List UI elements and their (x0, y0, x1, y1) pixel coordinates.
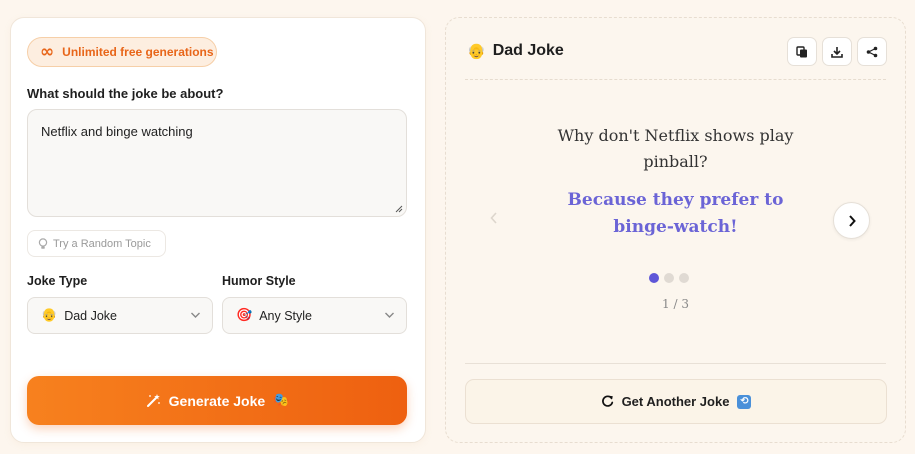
page-dot[interactable] (664, 273, 674, 283)
magic-wand-icon (146, 393, 160, 407)
humor-style-value: Any Style (259, 308, 312, 323)
badge-label: Unlimited free generations (62, 45, 214, 59)
joke-answer-text: Because they prefer to binge-watch! (567, 190, 784, 237)
next-joke-button[interactable] (833, 202, 870, 239)
result-header: 👴 Dad Joke (467, 42, 564, 60)
random-topic-button[interactable]: Try a Random Topic (27, 230, 166, 257)
refresh-icon (601, 395, 613, 407)
repeat-emoji-icon: ⟲ (737, 394, 752, 409)
target-icon: 🎯 (236, 308, 253, 323)
share-button[interactable] (857, 37, 887, 66)
download-icon (831, 46, 843, 58)
page-total: 3 (681, 297, 689, 311)
joke-type-select[interactable]: 👴 Dad Joke (27, 297, 213, 334)
chevron-right-icon (848, 214, 856, 227)
random-topic-label: Try a Random Topic (53, 237, 151, 250)
page-current: 1 (662, 297, 670, 311)
download-button[interactable] (822, 37, 852, 66)
page-indicator: 1 / 3 (662, 297, 689, 311)
page-dot[interactable] (649, 273, 659, 283)
chevron-down-icon (191, 312, 200, 318)
humor-style-label: Humor Style (222, 274, 296, 288)
generate-joke-button[interactable]: Generate Joke 🎭 (27, 376, 407, 425)
generate-label: Generate Joke (168, 392, 266, 409)
result-title: Dad Joke (492, 42, 564, 59)
topic-label: What should the joke be about? (27, 86, 224, 101)
copy-icon (796, 45, 807, 57)
header-divider (465, 79, 886, 80)
topic-input[interactable]: Netflix and binge watching (27, 109, 407, 217)
chevron-left-icon (490, 212, 497, 224)
page-dot[interactable] (679, 273, 689, 283)
chevron-down-icon (385, 312, 394, 318)
share-icon (866, 46, 878, 57)
joke-type-label: Joke Type (27, 274, 88, 288)
joke-form-card: ∞ Unlimited free generations What should… (10, 17, 426, 443)
copy-button[interactable] (787, 37, 817, 66)
dad-face-icon: 👴 (467, 42, 486, 60)
another-label: Get Another Joke (621, 394, 730, 409)
unlimited-badge: ∞ Unlimited free generations (27, 37, 217, 67)
topic-value: Netflix and binge watching (41, 124, 193, 139)
pagination-dots (649, 273, 689, 283)
theater-masks-icon: 🎭 (273, 393, 290, 408)
get-another-joke-button[interactable]: Get Another Joke ⟲ (465, 379, 887, 424)
infinity-icon: ∞ (40, 41, 55, 62)
lightbulb-icon (38, 237, 48, 249)
previous-joke-button[interactable] (481, 205, 507, 231)
dad-face-icon: 👴 (41, 308, 58, 323)
humor-style-select[interactable]: 🎯 Any Style (222, 297, 407, 334)
joke-question: Why don't Netflix shows play pinball? (446, 123, 905, 175)
footer-divider (465, 363, 886, 364)
joke-result-card: 👴 Dad Joke Why don't Netflix shows play … (445, 17, 906, 443)
resize-handle-icon[interactable] (395, 205, 403, 213)
joke-question-text: Why don't Netflix shows play pinball? (557, 126, 794, 171)
joke-type-value: Dad Joke (64, 308, 117, 323)
